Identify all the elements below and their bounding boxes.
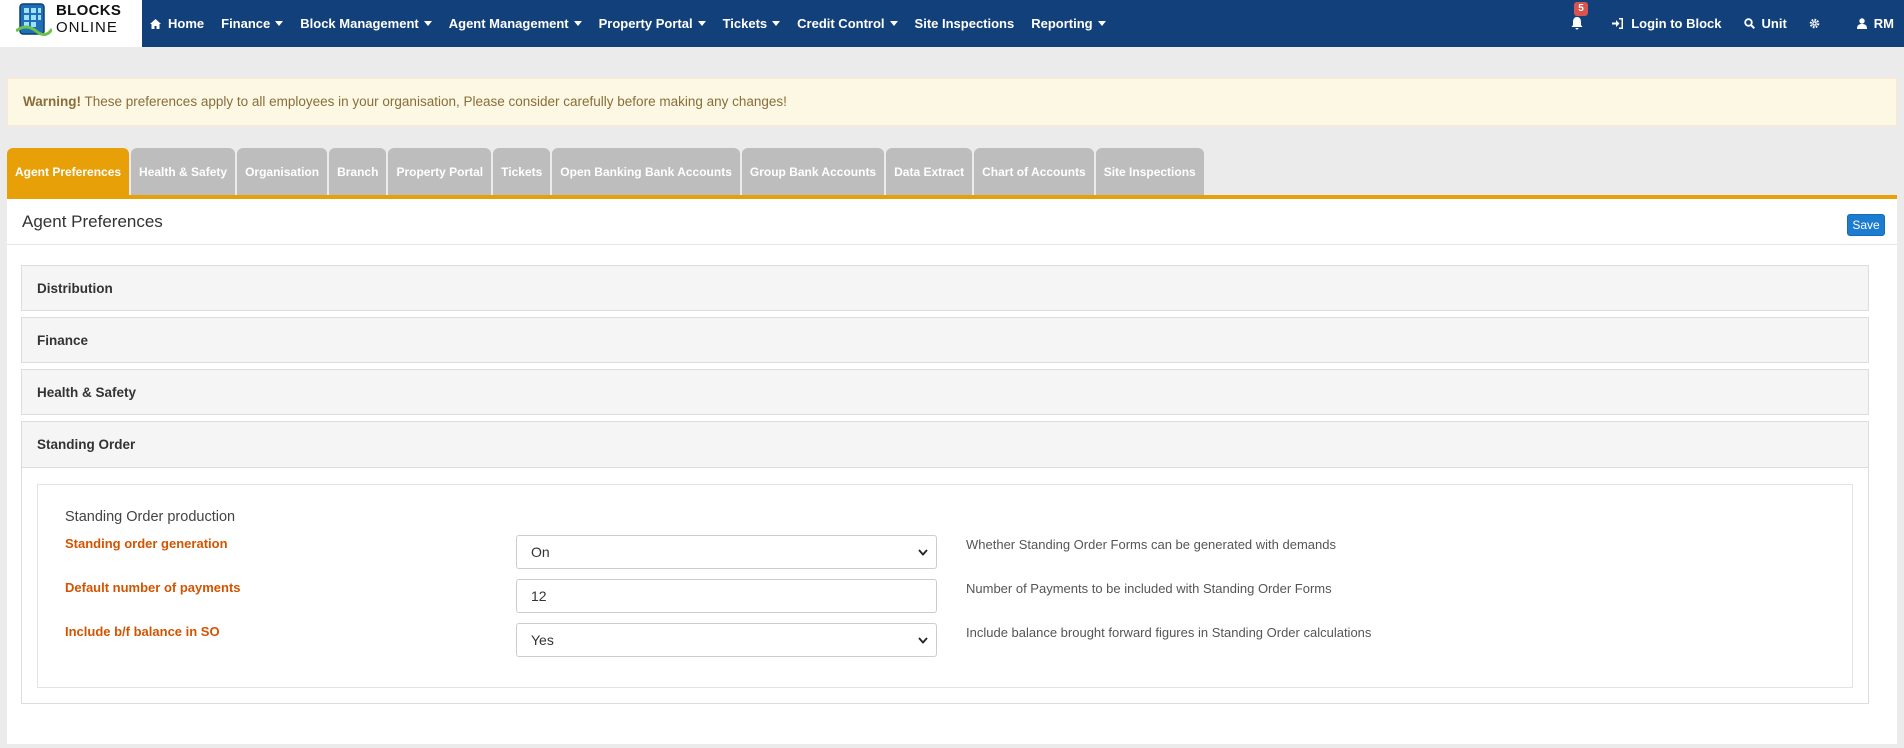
accordion-health-safety-label: Health & Safety [37, 385, 137, 400]
default-number-of-payments-input[interactable]: 12 [516, 579, 937, 613]
settings-button[interactable] [1809, 18, 1827, 29]
chevron-down-icon [697, 21, 706, 26]
standing-order-generation-label: Standing order generation [65, 536, 228, 551]
main-menu: Home Finance Block Management Agent Mana… [150, 0, 1123, 47]
standing-order-section-title: Standing Order production [65, 509, 236, 525]
login-to-block-label: Login to Block [1631, 16, 1722, 31]
user-profile-menu[interactable]: RM [1856, 16, 1894, 31]
search-icon [1743, 18, 1755, 29]
sign-in-icon [1612, 18, 1624, 29]
tab-chart-of-accounts[interactable]: Chart of Accounts [974, 148, 1094, 196]
brand-name-line2: ONLINE [56, 19, 118, 36]
chevron-down-icon [573, 21, 582, 26]
standing-order-generation-select[interactable]: On [516, 535, 937, 569]
standing-order-form [37, 484, 1853, 688]
chevron-down-icon [889, 21, 898, 26]
nav-home-label: Home [168, 16, 205, 31]
panel-header: Agent Preferences Save [7, 199, 1897, 245]
notifications-button[interactable]: 5 [1571, 2, 1590, 30]
unit-search-label: Unit [1761, 16, 1787, 31]
nav-credit-control-label: Credit Control [797, 16, 885, 31]
save-button[interactable]: Save [1847, 214, 1885, 236]
tab-open-banking-bank-accounts[interactable]: Open Banking Bank Accounts [552, 148, 740, 196]
nav-site-inspections-label: Site Inspections [914, 16, 1015, 31]
tab-organisation[interactable]: Organisation [237, 148, 328, 196]
brand[interactable]: BLOCKS ONLINE [0, 0, 142, 47]
nav-agent-management-label: Agent Management [448, 16, 569, 31]
nav-block-management[interactable]: Block Management [300, 16, 432, 31]
building-logo-icon [16, 3, 52, 36]
standing-order-generation-value: On [531, 544, 550, 560]
accordion-health-safety[interactable]: Health & Safety [21, 369, 1869, 415]
accordion-distribution-label: Distribution [37, 281, 113, 296]
chevron-down-icon [772, 21, 781, 26]
include-bf-balance-value: Yes [531, 632, 554, 648]
include-bf-balance-select[interactable]: Yes [516, 623, 937, 657]
unit-search-link[interactable]: Unit [1743, 16, 1787, 31]
nav-reporting[interactable]: Reporting [1031, 16, 1106, 31]
bell-icon [1571, 17, 1583, 30]
user-menu: 5 Login to Block Unit RM [1549, 0, 1894, 47]
nav-site-inspections[interactable]: Site Inspections [915, 16, 1015, 31]
top-navbar: BLOCKS ONLINE Home Finance Block Managem… [0, 0, 1904, 47]
chevron-down-icon [918, 549, 928, 556]
chevron-down-icon [275, 21, 284, 26]
chevron-down-icon [1097, 21, 1106, 26]
default-number-of-payments-value: 12 [531, 588, 547, 604]
tab-tickets[interactable]: Tickets [493, 148, 551, 196]
nav-tickets-label: Tickets [722, 16, 768, 31]
default-number-of-payments-label: Default number of payments [65, 580, 241, 595]
include-bf-balance-label: Include b/f balance in SO [65, 624, 220, 639]
user-icon [1856, 18, 1867, 29]
chevron-down-icon [423, 21, 432, 26]
accordion-distribution[interactable]: Distribution [21, 265, 1869, 311]
tab-group-bank-accounts[interactable]: Group Bank Accounts [741, 148, 885, 196]
include-bf-balance-help: Include balance brought forward figures … [966, 625, 1372, 640]
nav-reporting-label: Reporting [1031, 16, 1093, 31]
accordion-finance[interactable]: Finance [21, 317, 1869, 363]
chevron-down-icon [918, 637, 928, 644]
warning-text: These preferences apply to all employees… [81, 94, 787, 109]
nav-home[interactable]: Home [150, 16, 204, 31]
tab-property-portal[interactable]: Property Portal [388, 148, 492, 196]
warning-alert: Warning! These preferences apply to all … [7, 78, 1897, 126]
accordion-standing-order-label: Standing Order [37, 437, 136, 452]
tab-data-extract[interactable]: Data Extract [886, 148, 973, 196]
page-bottom [7, 744, 1897, 748]
login-to-block-link[interactable]: Login to Block [1612, 16, 1722, 31]
notifications-count-badge: 5 [1574, 2, 1588, 16]
tab-agent-preferences[interactable]: Agent Preferences [7, 148, 130, 196]
nav-property-portal[interactable]: Property Portal [599, 16, 706, 31]
standing-order-generation-help: Whether Standing Order Forms can be gene… [966, 537, 1336, 552]
page-title: Agent Preferences [22, 212, 163, 231]
home-icon [150, 18, 161, 29]
tab-health-safety[interactable]: Health & Safety [131, 148, 236, 196]
default-number-of-payments-help: Number of Payments to be included with S… [966, 581, 1332, 596]
gear-icon [1809, 18, 1820, 29]
nav-finance[interactable]: Finance [221, 16, 284, 31]
user-initials: RM [1873, 16, 1894, 31]
nav-credit-control[interactable]: Credit Control [797, 16, 898, 31]
tab-branch[interactable]: Branch [329, 148, 387, 196]
tab-site-inspections[interactable]: Site Inspections [1095, 148, 1204, 196]
preferences-tabs: Agent Preferences Health & Safety Organi… [7, 148, 1206, 196]
nav-tickets[interactable]: Tickets [723, 16, 781, 31]
nav-agent-management[interactable]: Agent Management [449, 16, 582, 31]
brand-name-line1: BLOCKS [56, 2, 122, 19]
accordion-standing-order[interactable]: Standing Order [21, 421, 1869, 468]
accordion-finance-label: Finance [37, 333, 89, 348]
nav-property-portal-label: Property Portal [598, 16, 693, 31]
nav-finance-label: Finance [221, 16, 271, 31]
warning-strong: Warning! [23, 94, 81, 109]
nav-block-management-label: Block Management [300, 16, 419, 31]
